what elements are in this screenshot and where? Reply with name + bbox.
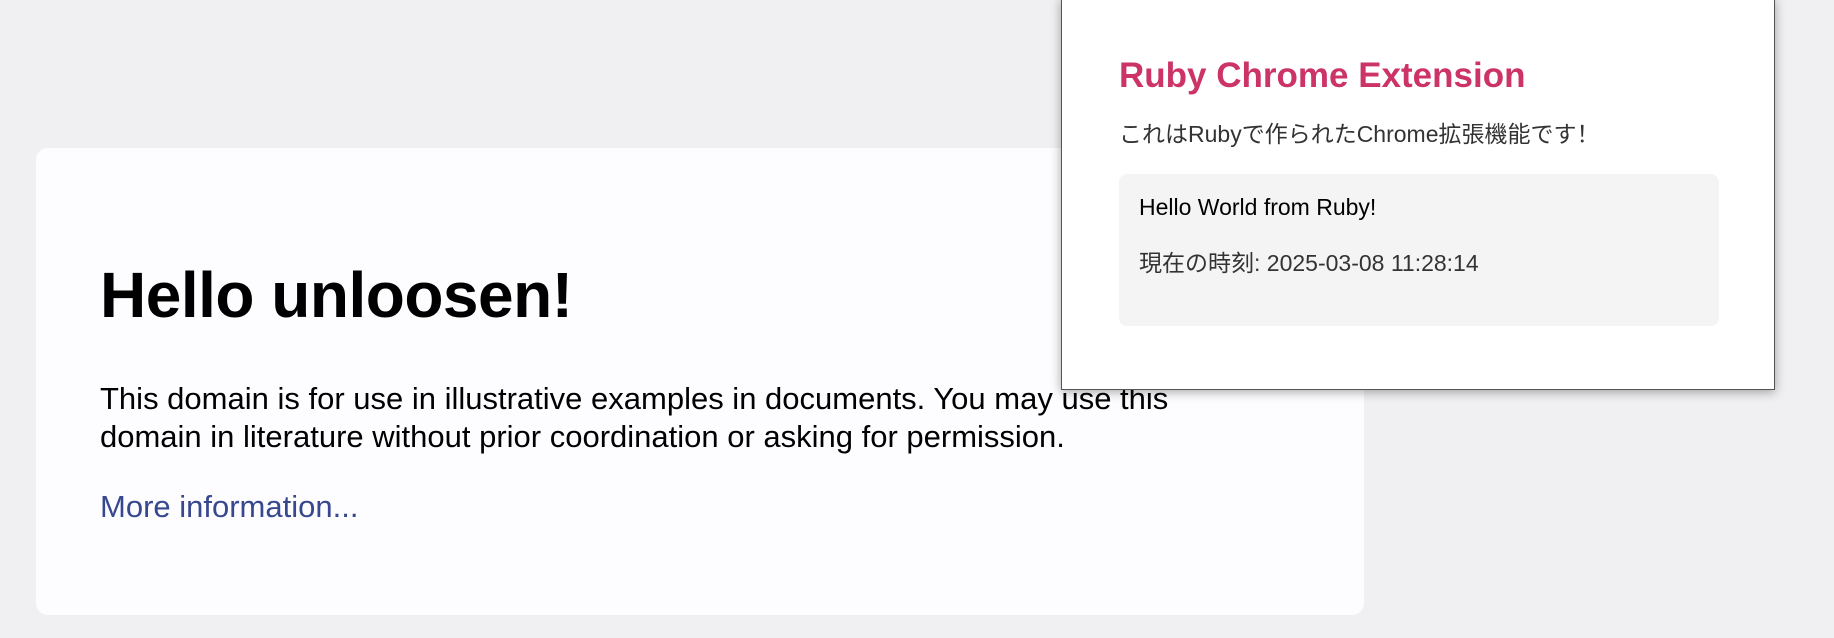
ruby-hello-output: Hello World from Ruby! — [1139, 194, 1377, 220]
popup-title: Ruby Chrome Extension — [1119, 56, 1526, 95]
popup-description: これはRubyで作られたChrome拡張機能です！ — [1119, 121, 1600, 147]
ruby-output-box: Hello World from Ruby! 現在の時刻: 2025-03-08… — [1119, 174, 1719, 326]
page-description: This domain is for use in illustrative e… — [100, 381, 1169, 454]
more-information-link[interactable]: More information... — [100, 488, 358, 526]
browser-viewport: Hello unloosen! This domain is for use i… — [0, 0, 1834, 638]
current-time-output: 現在の時刻: 2025-03-08 11:28:14 — [1139, 250, 1479, 276]
extension-popup: Ruby Chrome Extension これはRubyで作られたChrome… — [1061, 0, 1775, 390]
